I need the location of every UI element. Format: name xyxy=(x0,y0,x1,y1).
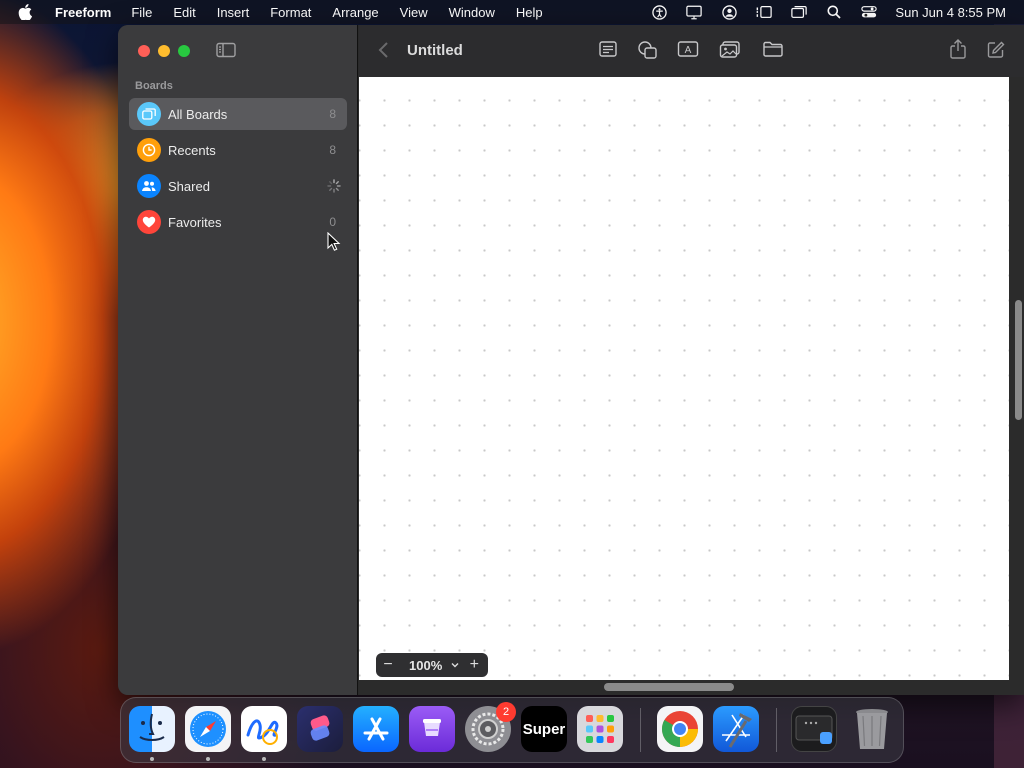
sidebar-item-count: 0 xyxy=(329,215,336,229)
minimize-window-button[interactable] xyxy=(158,45,170,57)
launchpad-icon[interactable] xyxy=(577,706,623,752)
board-area: Untitled A − 100% + xyxy=(359,25,1024,695)
sidebar-item-count: 8 xyxy=(329,143,336,157)
dock-separator xyxy=(640,708,641,752)
sidebar-toggle-icon[interactable] xyxy=(216,42,236,58)
display-icon[interactable] xyxy=(686,4,703,20)
svg-text:A: A xyxy=(685,45,692,56)
accessibility-icon[interactable] xyxy=(651,4,667,20)
sticky-note-icon[interactable] xyxy=(598,40,620,60)
dock: 2 Super xyxy=(120,697,904,763)
zoom-in-button[interactable]: + xyxy=(462,653,486,677)
vertical-scrollbar[interactable] xyxy=(1015,300,1022,420)
menu-format[interactable]: Format xyxy=(270,5,311,20)
app-store-icon[interactable] xyxy=(353,706,399,752)
media-icon[interactable] xyxy=(719,40,741,60)
xcode-icon[interactable] xyxy=(713,706,759,752)
loading-spinner-icon xyxy=(327,179,341,193)
search-icon[interactable] xyxy=(826,4,842,20)
files-icon[interactable] xyxy=(762,40,784,60)
toolbar: Untitled A xyxy=(359,25,1024,77)
back-chevron-icon[interactable] xyxy=(377,41,391,59)
storage-app-icon[interactable] xyxy=(409,706,455,752)
horizontal-scrollbar[interactable] xyxy=(604,683,734,691)
zoom-control: − 100% + xyxy=(376,653,488,677)
finder-running-indicator xyxy=(150,757,154,761)
new-board-icon[interactable] xyxy=(986,40,1008,60)
stage-manager-icon[interactable] xyxy=(756,4,773,20)
heart-icon xyxy=(137,210,161,234)
menu-app-name[interactable]: Freeform xyxy=(55,5,111,20)
mouse-cursor-icon xyxy=(327,232,341,251)
window-controls xyxy=(138,45,198,57)
sidebar-item-all-boards[interactable]: All Boards 8 xyxy=(129,98,347,130)
chrome-icon[interactable] xyxy=(657,706,703,752)
zoom-level[interactable]: 100% xyxy=(409,658,442,673)
freeform-running-indicator xyxy=(262,757,266,761)
apple-logo-icon[interactable] xyxy=(18,4,38,20)
safari-running-indicator xyxy=(206,757,210,761)
clock-icon xyxy=(137,138,161,162)
zoom-out-button[interactable]: − xyxy=(376,653,400,677)
terminal-icon[interactable] xyxy=(791,706,837,752)
sidebar-item-shared[interactable]: Shared xyxy=(129,170,347,202)
shapes-icon[interactable] xyxy=(637,40,659,60)
close-window-button[interactable] xyxy=(138,45,150,57)
sidebar: Boards All Boards 8 Recents 8 Shared Fav… xyxy=(118,25,358,695)
sidebar-item-favorites[interactable]: Favorites 0 xyxy=(129,206,347,238)
menu-bar-clock[interactable]: Sun Jun 4 8:55 PM xyxy=(895,5,1006,20)
board-title[interactable]: Untitled xyxy=(407,42,463,59)
people-icon xyxy=(137,174,161,198)
notification-badge: 2 xyxy=(496,702,516,722)
menu-file[interactable]: File xyxy=(131,5,152,20)
text-box-icon[interactable]: A xyxy=(677,40,699,60)
trash-icon[interactable] xyxy=(849,706,895,752)
menu-arrange[interactable]: Arrange xyxy=(332,5,378,20)
menu-window[interactable]: Window xyxy=(449,5,495,20)
menu-insert[interactable]: Insert xyxy=(217,5,250,20)
super-app-label: Super xyxy=(522,720,566,738)
all-boards-icon xyxy=(137,102,161,126)
finder-icon[interactable] xyxy=(129,706,175,752)
sidebar-item-label: All Boards xyxy=(168,106,228,122)
freeform-window: Boards All Boards 8 Recents 8 Shared Fav… xyxy=(118,25,1024,695)
safari-icon[interactable] xyxy=(185,706,231,752)
sidebar-item-count: 8 xyxy=(329,107,336,121)
menu-help[interactable]: Help xyxy=(516,5,543,20)
freeform-icon[interactable] xyxy=(241,706,287,752)
board-canvas[interactable] xyxy=(359,77,1009,680)
chevron-down-icon[interactable] xyxy=(450,660,460,670)
menu-view[interactable]: View xyxy=(400,5,428,20)
zoom-window-button[interactable] xyxy=(178,45,190,57)
control-center-icon[interactable] xyxy=(861,4,878,20)
sidebar-item-recents[interactable]: Recents 8 xyxy=(129,134,347,166)
sidebar-item-label: Recents xyxy=(168,142,216,158)
window-icon[interactable] xyxy=(791,4,808,20)
menu-bar: Freeform File Edit Insert Format Arrange… xyxy=(0,0,1024,24)
super-app-icon[interactable]: Super xyxy=(521,706,567,752)
user-icon[interactable] xyxy=(721,4,737,20)
menu-edit[interactable]: Edit xyxy=(173,5,195,20)
sidebar-item-label: Favorites xyxy=(168,214,222,230)
sidebar-item-label: Shared xyxy=(168,178,210,194)
sidebar-section-header: Boards xyxy=(135,80,173,92)
dock-separator xyxy=(776,708,777,752)
shortcuts-icon[interactable] xyxy=(297,706,343,752)
share-icon[interactable] xyxy=(948,38,970,59)
